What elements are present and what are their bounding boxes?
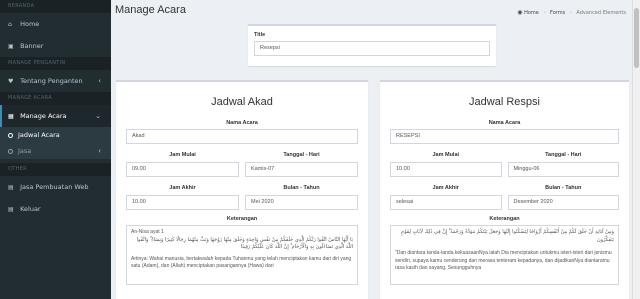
- breadcrumb-current: Advanced Elements: [576, 10, 626, 16]
- resepsi-jam-akhir-label: Jam Akhir: [432, 185, 459, 191]
- akad-jam-mulai-label: Jam Mulai: [169, 152, 196, 158]
- resepsi-tanggal-input[interactable]: Minggu-06: [507, 162, 619, 177]
- breadcrumb-forms[interactable]: Forms: [550, 10, 565, 16]
- chevron-down-icon: ⌄: [95, 112, 101, 120]
- sidebar-item-label: Banner: [20, 42, 44, 50]
- sidebar-item-manage-acara[interactable]: ▦ Manage Acara ⌄: [0, 105, 111, 127]
- sidebar-header-beranda: BERANDA: [0, 0, 111, 13]
- resepsi-jam-mulai-input[interactable]: 10.00: [390, 162, 502, 177]
- akad-keterangan-label: Keterangan: [226, 216, 258, 222]
- resepsi-nama-acara-label: Nama Acara: [488, 120, 521, 126]
- resepsi-tanggal-label: Tanggal - Hari: [545, 152, 582, 158]
- home-icon: ⌂: [8, 21, 12, 28]
- resepsi-keterangan-label: Keterangan: [489, 216, 520, 222]
- akad-jam-akhir-input[interactable]: 10.00: [126, 195, 239, 210]
- akad-card: Jadwal Akad Nama Acara Akad Jam Mulai 09…: [116, 80, 368, 299]
- sidebar-item-label: Jasa Pembuatan Web: [20, 183, 89, 191]
- sidebar-item-keluar[interactable]: ▤ Keluar: [0, 198, 111, 220]
- akad-keterangan-text: Artinya: Wahai manusia, bertakwalah kepa…: [131, 255, 352, 270]
- resepsi-bulan-label: Bulan - Tahun: [545, 185, 582, 191]
- calendar-icon: ▦: [8, 113, 14, 120]
- sidebar-item-banner[interactable]: ▣ Banner: [0, 35, 111, 57]
- chevron-left-icon: ‹: [98, 147, 101, 155]
- title-box: Title Resepsi: [248, 24, 496, 66]
- resepsi-card: Jadwal Respsi Nama Acara RESEPSI Jam Mul…: [380, 80, 629, 299]
- akad-tanggal-label: Tanggal - Hari: [283, 152, 320, 158]
- page-title: Manage Acara: [115, 4, 186, 16]
- title-input[interactable]: Resepsi: [254, 41, 490, 56]
- resepsi-keterangan-textarea[interactable]: وَمِنْ آيَاتِهِ أَنْ خَلَقَ لَكُمْ مِنْ …: [390, 225, 619, 285]
- akad-tanggal-input[interactable]: Kamis-07: [245, 162, 358, 177]
- sidebar-item-tentang-penganten[interactable]: ♥ Tentang Penganten ‹: [0, 70, 111, 92]
- resepsi-keterangan-arabic: وَمِنْ آيَاتِهِ أَنْ خَلَقَ لَكُمْ مِنْ …: [401, 229, 614, 243]
- breadcrumb-separator: ›: [569, 10, 572, 16]
- akad-heading: Jadwal Akad: [211, 96, 273, 108]
- sidebar-item-jasa-web[interactable]: ▤ Jasa Pembuatan Web: [0, 176, 111, 198]
- circle-icon: [8, 148, 13, 154]
- sidebar-subitem-label: Jasa: [18, 147, 32, 155]
- resepsi-bulan-input[interactable]: Desember 2020: [507, 195, 619, 210]
- breadcrumb-separator: ›: [543, 10, 546, 16]
- akad-bulan-input[interactable]: Mei 2020: [245, 195, 358, 210]
- akad-jam-mulai-input[interactable]: 09.00: [126, 162, 239, 177]
- akad-nama-acara-label: Nama Acara: [226, 120, 258, 126]
- title-label: Title: [254, 32, 266, 38]
- circle-icon: [8, 132, 13, 138]
- book-icon: ▤: [8, 206, 14, 213]
- breadcrumb-home[interactable]: Home: [524, 10, 539, 16]
- chevron-left-icon: ‹: [98, 77, 101, 85]
- sidebar-subitem-label: Jadwal Acara: [18, 131, 60, 139]
- resepsi-jam-akhir-input[interactable]: selesai: [390, 195, 502, 210]
- akad-nama-acara-input[interactable]: Akad: [126, 129, 358, 144]
- heart-icon: ♥: [8, 78, 14, 85]
- page-scrollbar[interactable]: [632, 0, 640, 299]
- akad-keterangan-textarea[interactable]: An-Nisa ayat 1 يَا أَيُّهَا النَّاسُ اتَ…: [126, 225, 358, 285]
- resepsi-jam-mulai-label: Jam Mulai: [432, 152, 460, 158]
- akad-keterangan-ref: An-Nisa ayat 1: [131, 229, 164, 235]
- sidebar-item-home[interactable]: ⌂ Home: [0, 13, 111, 35]
- sidebar-header-acara: MANAGE ACARA: [0, 92, 111, 105]
- dashboard-icon: ◉: [517, 9, 523, 16]
- book-icon: ▤: [8, 184, 14, 191]
- resepsi-heading: Jadwal Respsi: [469, 96, 540, 108]
- akad-jam-akhir-label: Jam Akhir: [169, 185, 196, 191]
- image-icon: ▣: [8, 43, 14, 50]
- resepsi-keterangan-text: "Dan diantara tanda-tanda kekuasaanNya i…: [395, 250, 612, 271]
- sidebar-item-label: Tentang Penganten: [20, 77, 83, 85]
- sidebar-header-other: OTHER: [0, 163, 111, 176]
- sidebar-item-label: Home: [20, 20, 40, 28]
- content-area: Manage Acara ◉ Home › Forms › Advanced E…: [111, 0, 632, 299]
- sidebar-header-pengantin: MANAGE PENGANTIN: [0, 57, 111, 70]
- resepsi-nama-acara-input[interactable]: RESEPSI: [390, 129, 619, 144]
- sidebar-subitem-jadwal-acara[interactable]: Jadwal Acara: [0, 127, 111, 143]
- sidebar-item-label: Keluar: [20, 205, 41, 213]
- sidebar-item-label: Manage Acara: [20, 112, 67, 120]
- sidebar-submenu: Jadwal Acara Jasa ‹: [0, 127, 111, 159]
- sidebar-subitem-jasa[interactable]: Jasa ‹: [0, 143, 111, 159]
- breadcrumb: ◉ Home › Forms › Advanced Elements: [517, 9, 626, 16]
- scrollbar-thumb[interactable]: [634, 8, 639, 68]
- sidebar: BERANDA ⌂ Home ▣ Banner MANAGE PENGANTIN…: [0, 0, 111, 299]
- akad-bulan-label: Bulan - Tahun: [283, 185, 320, 191]
- akad-keterangan-arabic: يَا أَيُّهَا النَّاسُ اتَّقُوا رَبَّكُمُ…: [136, 236, 353, 251]
